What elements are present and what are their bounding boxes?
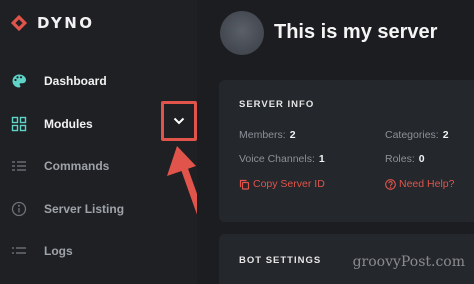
sidebar-item-dashboard[interactable]: Dashboard bbox=[10, 70, 160, 92]
watermark: groovyPost.com bbox=[352, 254, 465, 270]
chevron-down-icon bbox=[173, 117, 185, 125]
sidebar-item-label: Server Listing bbox=[44, 202, 125, 216]
server-info-title: SERVER INFO bbox=[239, 99, 315, 110]
members-value: 2 bbox=[289, 129, 296, 141]
dyno-logo-icon bbox=[10, 14, 28, 32]
page-title: This is my server bbox=[274, 21, 438, 43]
categories-value: 2 bbox=[442, 129, 449, 141]
voice-channels-stat: Voice Channels: 1 bbox=[239, 153, 325, 165]
sidebar-item-label: Dashboard bbox=[44, 74, 107, 88]
brand[interactable]: DYNO bbox=[10, 14, 95, 32]
main-panel: This is my server SERVER INFO Members: 2 … bbox=[197, 0, 474, 284]
server-info-card: SERVER INFO Members: 2 Categories: 2 Voice… bbox=[219, 80, 474, 222]
roles-value: 0 bbox=[418, 153, 425, 165]
sidebar-item-label: Logs bbox=[44, 244, 73, 258]
commands-icon bbox=[10, 157, 28, 175]
copy-server-id-link[interactable]: Copy Server ID bbox=[239, 178, 325, 190]
palette-icon bbox=[10, 72, 28, 90]
server-avatar bbox=[220, 11, 264, 55]
categories-stat: Categories: 2 bbox=[385, 129, 449, 141]
members-label: Members: bbox=[239, 129, 286, 141]
copy-server-id-label: Copy Server ID bbox=[253, 178, 325, 190]
info-circle-icon bbox=[10, 200, 28, 218]
sidebar-item-logs[interactable]: Logs bbox=[10, 240, 160, 262]
sidebar-item-server-listing[interactable]: Server Listing bbox=[10, 198, 160, 220]
logs-list-icon bbox=[10, 242, 28, 260]
members-stat: Members: 2 bbox=[239, 129, 296, 141]
modules-expand-button[interactable] bbox=[161, 101, 197, 141]
categories-label: Categories: bbox=[385, 129, 439, 141]
modules-grid-icon bbox=[10, 115, 28, 133]
question-circle-icon bbox=[385, 178, 396, 190]
roles-label: Roles: bbox=[385, 153, 415, 165]
sidebar: DYNO Dashboard Modules Commands Server L… bbox=[0, 0, 213, 284]
bot-settings-title: BOT SETTINGS bbox=[239, 255, 322, 266]
sidebar-item-modules[interactable]: Modules bbox=[10, 113, 160, 135]
need-help-label: Need Help? bbox=[399, 178, 455, 190]
voice-channels-value: 1 bbox=[318, 153, 325, 165]
sidebar-item-label: Modules bbox=[44, 117, 93, 131]
brand-name: DYNO bbox=[37, 14, 95, 32]
need-help-link[interactable]: Need Help? bbox=[385, 178, 454, 190]
roles-stat: Roles: 0 bbox=[385, 153, 425, 165]
copy-icon bbox=[239, 179, 250, 190]
sidebar-item-label: Commands bbox=[44, 159, 110, 173]
voice-channels-label: Voice Channels: bbox=[239, 153, 315, 165]
sidebar-item-commands[interactable]: Commands bbox=[10, 155, 160, 177]
